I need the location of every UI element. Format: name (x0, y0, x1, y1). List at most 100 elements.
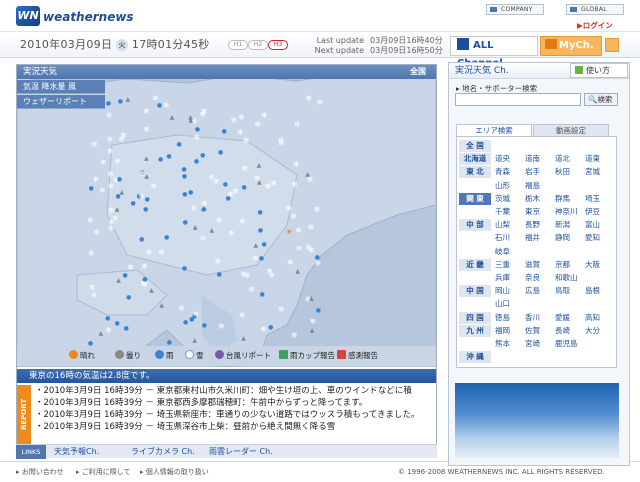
snow-marker-icon[interactable]: ❄ (305, 95, 312, 103)
snow-marker-icon[interactable]: ❄ (261, 111, 268, 120)
snow-marker-icon[interactable]: ❄ (151, 183, 158, 191)
prefecture-link[interactable]: 香川 (525, 312, 540, 324)
snow-marker-icon[interactable]: ❄ (231, 116, 238, 125)
prefecture-link[interactable]: 山口 (495, 298, 510, 310)
cloud-marker-icon[interactable]: ▲ (209, 227, 214, 235)
region-button[interactable]: 東 北 (459, 166, 491, 179)
rain-marker-icon[interactable]: ● (164, 234, 169, 242)
snow-marker-icon[interactable]: ❄ (100, 159, 107, 167)
region-button[interactable]: 中 国 (459, 285, 491, 298)
link-forecast-channel[interactable]: 天気予報Ch. (54, 445, 99, 459)
link-rain-radar-channel[interactable]: 雨雲レーダー Ch. (209, 445, 273, 459)
all-channel-tab[interactable]: ALL Channel (450, 36, 538, 69)
mode-h2-button[interactable]: H2 (248, 40, 268, 50)
snow-marker-icon[interactable]: ❄ (120, 131, 127, 140)
sun-marker-icon[interactable]: ☀ (285, 228, 293, 238)
snow-marker-icon[interactable]: ❄ (208, 173, 215, 182)
prefecture-link[interactable]: 栃木 (525, 193, 540, 205)
prefecture-link[interactable]: 福井 (525, 232, 540, 244)
snow-marker-icon[interactable]: ❄ (310, 318, 317, 326)
rain-marker-icon[interactable]: ● (182, 191, 187, 199)
prefecture-link[interactable]: 伊豆 (585, 206, 600, 218)
prefecture-link[interactable]: 鳥取 (555, 285, 570, 297)
prefecture-link[interactable]: 道東 (585, 153, 600, 165)
rain-marker-icon[interactable]: ● (176, 141, 181, 149)
snow-marker-icon[interactable]: ❄ (199, 111, 206, 119)
snow-marker-icon[interactable]: ❄ (248, 286, 255, 294)
cloud-marker-icon[interactable]: ▲ (295, 268, 300, 276)
snow-marker-icon[interactable]: ❄ (108, 218, 115, 227)
cloud-marker-icon[interactable]: ▲ (193, 224, 198, 232)
prefecture-link[interactable]: 京都 (555, 259, 570, 271)
cloud-marker-icon[interactable]: ▲ (144, 173, 149, 181)
snow-marker-icon[interactable]: ❄ (240, 271, 247, 279)
snow-marker-icon[interactable]: ❄ (305, 243, 312, 252)
snow-marker-icon[interactable]: ❄ (114, 158, 121, 166)
rain-marker-icon[interactable]: ● (316, 307, 321, 315)
prefecture-link[interactable]: 愛媛 (555, 312, 570, 324)
prefecture-link[interactable]: 三重 (495, 259, 510, 271)
cloud-marker-icon[interactable]: ▲ (159, 302, 164, 310)
link-live-camera-channel[interactable]: ライブカメラ Ch. (131, 445, 195, 459)
prefecture-link[interactable]: 鹿児島 (555, 338, 578, 350)
snow-marker-icon[interactable]: ❄ (215, 258, 222, 266)
prefecture-link[interactable]: 愛知 (585, 232, 600, 244)
prefecture-link[interactable]: 大阪 (585, 259, 600, 271)
snow-marker-icon[interactable]: ❄ (138, 192, 145, 201)
report-item[interactable]: ・2010年3月9日 16時39分 － 埼玉県深谷市上柴：昼前から絶え間無く降る… (35, 421, 435, 433)
mode-h1-button[interactable]: H1 (228, 40, 248, 50)
prefecture-link[interactable]: 静岡 (555, 232, 570, 244)
cloud-marker-icon[interactable]: ▲ (257, 162, 262, 170)
snow-marker-icon[interactable]: ❄ (108, 206, 115, 215)
rain-marker-icon[interactable]: ● (222, 128, 227, 136)
snow-marker-icon[interactable]: ❄ (91, 291, 98, 300)
prefecture-link[interactable]: 長野 (525, 219, 540, 231)
prefecture-link[interactable]: 秋田 (555, 166, 570, 178)
snow-marker-icon[interactable]: ❄ (91, 140, 98, 149)
prefecture-link[interactable]: 岐阜 (495, 246, 510, 258)
rain-marker-icon[interactable]: ● (145, 196, 150, 204)
snow-marker-icon[interactable]: ❄ (87, 216, 94, 225)
region-button[interactable]: 全 国 (459, 140, 491, 152)
cloud-marker-icon[interactable]: ▲ (115, 206, 120, 214)
channel-toggle-button[interactable] (605, 38, 619, 52)
rain-marker-icon[interactable]: ● (200, 152, 205, 160)
rain-marker-icon[interactable]: ● (223, 181, 228, 189)
snow-marker-icon[interactable]: ❄ (294, 121, 301, 129)
snow-marker-icon[interactable]: ❄ (314, 206, 321, 214)
snow-marker-icon[interactable]: ❄ (107, 135, 114, 144)
rain-marker-icon[interactable]: ● (158, 156, 163, 164)
legend-rain-cup[interactable]: 雨カップ報告 (279, 346, 335, 366)
rain-marker-icon[interactable]: ● (218, 149, 223, 157)
rain-marker-icon[interactable]: ● (260, 291, 265, 299)
footer-terms-link[interactable]: ▸ ご利用に際して (76, 462, 131, 482)
prefecture-link[interactable]: 宮城 (585, 166, 600, 178)
prefecture-link[interactable]: 青森 (495, 166, 510, 178)
prefecture-link[interactable]: 兵庫 (495, 272, 510, 284)
cloud-marker-icon[interactable]: ▲ (192, 337, 197, 345)
rain-marker-icon[interactable]: ● (123, 272, 128, 280)
snow-marker-icon[interactable]: ❄ (243, 137, 250, 145)
region-button[interactable]: 北海道 (459, 153, 491, 166)
rain-marker-icon[interactable]: ● (183, 219, 188, 227)
rain-marker-icon[interactable]: ● (118, 98, 123, 106)
snow-marker-icon[interactable]: ❄ (291, 181, 298, 189)
cloud-marker-icon[interactable]: ▲ (116, 277, 121, 285)
region-button[interactable]: 九 州 (459, 324, 491, 337)
prefecture-link[interactable]: 群馬 (555, 193, 570, 205)
snow-marker-icon[interactable]: ❄ (260, 326, 267, 334)
region-button[interactable]: 近 畿 (459, 258, 491, 271)
rain-marker-icon[interactable]: ● (183, 319, 188, 327)
region-button[interactable]: 中 部 (459, 219, 491, 232)
prefecture-link[interactable]: 長崎 (555, 325, 570, 337)
rain-marker-icon[interactable]: ● (89, 185, 94, 193)
prefecture-link[interactable]: 高知 (585, 312, 600, 324)
company-link[interactable]: COMPANY (486, 4, 544, 15)
rain-marker-icon[interactable]: ● (115, 320, 120, 328)
cloud-marker-icon[interactable]: ▲ (125, 96, 130, 104)
prefecture-link[interactable]: 道北 (555, 153, 570, 165)
search-input[interactable] (455, 93, 581, 106)
prefecture-link[interactable]: 和歌山 (555, 272, 578, 284)
prefecture-link[interactable]: 新潟 (555, 219, 570, 231)
prefecture-link[interactable]: 道南 (525, 153, 540, 165)
